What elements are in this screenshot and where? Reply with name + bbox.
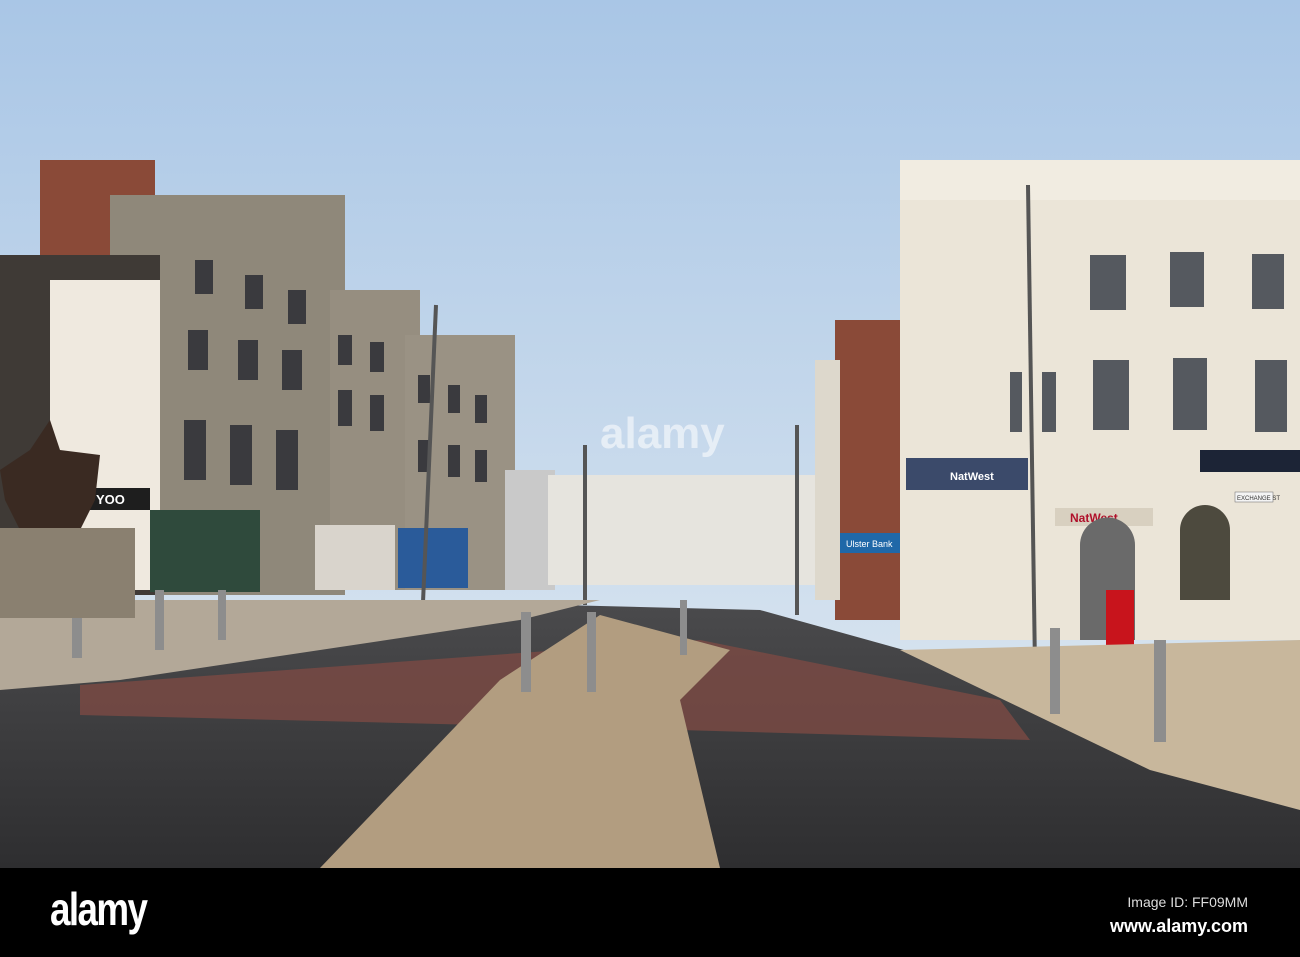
image-id: Image ID: FF09MM — [1127, 894, 1248, 910]
street-name-sign: EXCHANGE ST — [1237, 496, 1280, 502]
distant-building — [548, 475, 818, 585]
street-scene-photo: YOO NatWest NatWest EXCHANGE ST Ulster B… — [0, 0, 1300, 868]
ulster-bank-sign: Ulster Bank — [846, 539, 893, 549]
natwest-fascia-sign: NatWest — [950, 471, 994, 483]
alamy-logo: alamy — [50, 883, 148, 935]
site-url: www.alamy.com — [1109, 916, 1248, 936]
watermark: alamy — [600, 409, 725, 458]
footer-bar: alamy Image ID: FF09MM www.alamy.com — [0, 868, 1300, 957]
stock-photo: YOO NatWest NatWest EXCHANGE ST Ulster B… — [0, 0, 1300, 957]
shop-sign-yoo: YOO — [96, 492, 125, 507]
